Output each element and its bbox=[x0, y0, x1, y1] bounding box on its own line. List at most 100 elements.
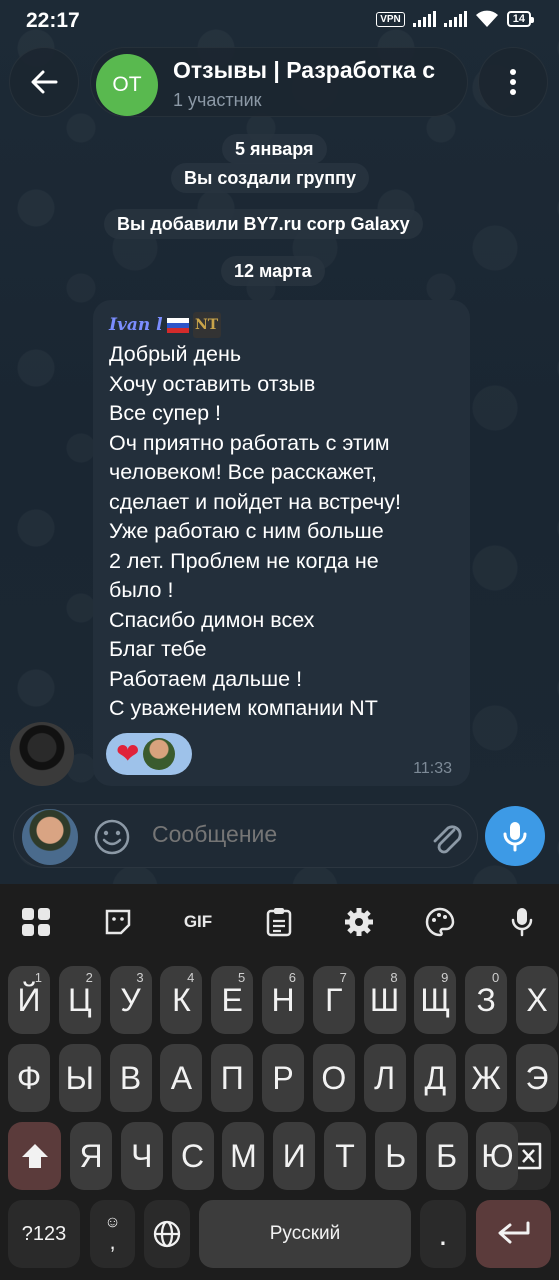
enter-icon bbox=[498, 1221, 529, 1244]
key-label: О bbox=[321, 1059, 347, 1096]
key-label: Щ bbox=[420, 981, 451, 1018]
key-Ю[interactable]: Ю bbox=[476, 1122, 519, 1190]
key-hint: 9 bbox=[441, 970, 449, 985]
key-Д[interactable]: Д bbox=[414, 1044, 457, 1112]
key-Ы[interactable]: Ы bbox=[58, 1044, 101, 1112]
key-Б[interactable]: Б bbox=[425, 1122, 468, 1190]
sender-avatar[interactable] bbox=[10, 722, 74, 786]
key-label: Ш bbox=[369, 981, 400, 1018]
sender-badge: NT bbox=[192, 312, 221, 338]
message-line: Хочу оставить отзыв bbox=[109, 371, 316, 396]
message-bubble[interactable]: Ivan l NT Добрый день Хочу оставить отзыв… bbox=[93, 300, 470, 786]
emoji-icon[interactable] bbox=[92, 817, 132, 857]
message-input-bar bbox=[13, 804, 478, 868]
key-С[interactable]: С bbox=[171, 1122, 214, 1190]
key-label: Э bbox=[525, 1059, 549, 1096]
key-Щ[interactable]: Щ9 bbox=[414, 966, 457, 1034]
key-label: А bbox=[170, 1059, 193, 1096]
service-message-created: Вы создали группу bbox=[171, 163, 370, 193]
message-line: Благ тебе bbox=[109, 637, 207, 661]
key-М[interactable]: М bbox=[222, 1122, 265, 1190]
shift-icon bbox=[21, 1144, 48, 1168]
key-hint: 5 bbox=[237, 970, 246, 985]
message-line: Спасибо димон всех bbox=[109, 607, 315, 632]
message-line: сделает и пойдет на встречу! bbox=[109, 489, 402, 514]
key-label: З bbox=[476, 981, 496, 1018]
emoji-comma-key[interactable]: ☺ , bbox=[90, 1200, 135, 1268]
chat-header[interactable]: ОТ Отзывы | Разработка с 1 участник bbox=[90, 47, 468, 117]
message-time: 11:33 bbox=[413, 760, 452, 777]
reactor-avatar bbox=[143, 738, 176, 770]
voice-record-button[interactable] bbox=[485, 806, 545, 866]
key-Я[interactable]: Я bbox=[70, 1122, 112, 1190]
key-А[interactable]: А bbox=[160, 1044, 203, 1112]
sender-name: Ivan l bbox=[109, 315, 163, 335]
russia-flag-icon bbox=[166, 317, 189, 333]
reaction-chip[interactable]: ❤ bbox=[106, 733, 192, 775]
globe-icon bbox=[153, 1220, 181, 1248]
keyboard: GIF ?123 ☺ , Русский . Й1Ц2У3К4Е5Н6Г7Ш8Щ… bbox=[0, 884, 559, 1280]
key-В[interactable]: В bbox=[109, 1044, 152, 1112]
chat-area: 22:17 VPN 14 ОТ Отзывы | Разработка с 1 … bbox=[0, 0, 559, 884]
key-Н[interactable]: Н6 bbox=[262, 966, 304, 1034]
key-label: Г bbox=[325, 981, 343, 1018]
key-У[interactable]: У3 bbox=[109, 966, 152, 1034]
key-Т[interactable]: Т bbox=[324, 1122, 366, 1190]
key-label: С bbox=[181, 1137, 205, 1174]
key-Э[interactable]: Э bbox=[516, 1044, 558, 1112]
symbols-key[interactable]: ?123 bbox=[8, 1200, 80, 1268]
key-label: У bbox=[120, 981, 141, 1018]
keyboard-mic-icon[interactable] bbox=[502, 902, 542, 942]
key-label: Е bbox=[221, 981, 243, 1018]
palette-icon[interactable] bbox=[420, 902, 460, 942]
key-label: Ы bbox=[65, 1059, 94, 1096]
key-label: П bbox=[220, 1059, 244, 1096]
microphone-icon bbox=[503, 822, 527, 852]
more-menu-button[interactable] bbox=[478, 47, 548, 117]
key-Л[interactable]: Л bbox=[363, 1044, 406, 1112]
key-З[interactable]: З0 bbox=[465, 966, 508, 1034]
enter-key[interactable] bbox=[476, 1200, 551, 1268]
key-Ф[interactable]: Ф bbox=[8, 1044, 50, 1112]
key-Й[interactable]: Й1 bbox=[8, 966, 50, 1034]
message-line: было ! bbox=[109, 578, 174, 602]
settings-icon[interactable] bbox=[339, 902, 379, 942]
back-button[interactable] bbox=[9, 47, 79, 117]
vpn-indicator: VPN bbox=[376, 11, 405, 27]
message-line: Добрый день bbox=[109, 342, 242, 366]
key-Х[interactable]: Х bbox=[516, 966, 558, 1034]
message-text: Добрый день Хочу оставить отзыв Все супер … bbox=[109, 340, 461, 724]
key-Г[interactable]: Г7 bbox=[312, 966, 355, 1034]
key-П[interactable]: П bbox=[211, 1044, 254, 1112]
key-О[interactable]: О bbox=[312, 1044, 355, 1112]
comma-label: , bbox=[109, 1229, 116, 1254]
key-Ь[interactable]: Ь bbox=[374, 1122, 417, 1190]
message-input[interactable] bbox=[152, 821, 402, 848]
key-label: Х bbox=[526, 981, 548, 1018]
gif-button[interactable]: GIF bbox=[178, 902, 218, 942]
period-key[interactable]: . bbox=[420, 1200, 466, 1268]
key-hint: 7 bbox=[339, 970, 347, 985]
key-Ж[interactable]: Ж bbox=[465, 1044, 508, 1112]
key-Р[interactable]: Р bbox=[262, 1044, 304, 1112]
language-key[interactable] bbox=[144, 1200, 190, 1268]
chat-title: Отзывы | Разработка с bbox=[173, 57, 436, 83]
key-Е[interactable]: Е5 bbox=[211, 966, 254, 1034]
shift-key[interactable] bbox=[8, 1122, 61, 1190]
message-line: 2 лет. Проблем не когда не bbox=[109, 548, 379, 573]
key-label: Ж bbox=[471, 1059, 501, 1096]
my-avatar[interactable] bbox=[22, 809, 78, 865]
clipboard-icon[interactable] bbox=[259, 902, 299, 942]
key-К[interactable]: К4 bbox=[160, 966, 203, 1034]
message-sender[interactable]: Ivan l NT bbox=[109, 312, 221, 338]
key-И[interactable]: И bbox=[273, 1122, 316, 1190]
key-Ч[interactable]: Ч bbox=[120, 1122, 163, 1190]
key-Ц[interactable]: Ц2 bbox=[58, 966, 101, 1034]
space-key[interactable]: Русский bbox=[199, 1200, 411, 1268]
sticker-icon[interactable] bbox=[98, 902, 138, 942]
key-label: Л bbox=[374, 1059, 396, 1096]
key-Ш[interactable]: Ш8 bbox=[363, 966, 406, 1034]
apps-icon[interactable] bbox=[16, 902, 56, 942]
paperclip-icon[interactable] bbox=[426, 818, 466, 858]
group-avatar: ОТ bbox=[96, 54, 158, 116]
